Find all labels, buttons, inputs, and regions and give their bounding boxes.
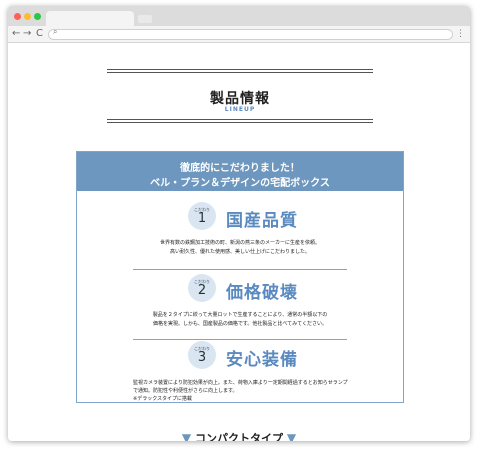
browser-menu-icon[interactable]: ⋮ xyxy=(456,27,465,41)
back-arrow-icon[interactable]: ← xyxy=(12,27,20,41)
features-banner: 徹底的にこだわりました！ ベル・プラン＆デザインの宅配ボックス xyxy=(77,152,403,191)
title-bar xyxy=(8,6,470,26)
triangle-down-icon: ▼ xyxy=(286,431,297,441)
banner-headline: 徹底的にこだわりました！ xyxy=(180,163,300,174)
title-bottom-rule xyxy=(107,119,373,123)
feature-desc-line: ※デラックスタイプに搭載 xyxy=(133,396,193,402)
badge-number: 1 xyxy=(197,211,207,226)
feature-badge: こだわり 1 xyxy=(188,202,216,230)
feature-desc-line: 価格を実現。しかも、国産製品の価格です。他社製品と比べてみてください。 xyxy=(152,321,327,327)
browser-window: ← → C ⌕ ⋮ 製品情報 LINEUP 徹底的にこだわりました！ ベル・プラ… xyxy=(8,6,470,441)
compact-type-heading: ▼ コンパクトタイプ ▼ xyxy=(8,430,470,441)
feature-divider xyxy=(133,269,347,270)
feature-divider xyxy=(133,339,347,340)
page-content: 製品情報 LINEUP 徹底的にこだわりました！ ベル・プラン＆デザインの宅配ボ… xyxy=(8,43,470,441)
feature-badge: こだわり 3 xyxy=(188,341,216,369)
reload-icon[interactable]: C xyxy=(36,27,43,41)
close-window-button[interactable] xyxy=(14,13,21,20)
page-title: 製品情報 xyxy=(210,91,270,107)
feature-desc-line: 製品を２タイプに絞って大量ロットで生産することにより、通常の半額以下の xyxy=(152,312,328,318)
badge-number: 2 xyxy=(197,283,207,298)
banner-subheadline: ベル・プラン＆デザインの宅配ボックス xyxy=(150,178,330,189)
badge-number: 3 xyxy=(197,350,207,365)
minimize-window-button[interactable] xyxy=(24,13,31,20)
page-subtitle: LINEUP xyxy=(224,106,256,113)
feature-desc-line: 高い耐久性、優れた使用感、美しい仕上げにこだわりました。 xyxy=(170,249,310,255)
feature-title: 国産品質 xyxy=(226,211,298,231)
search-icon: ⌕ xyxy=(53,27,58,36)
feature-badge: こだわり 2 xyxy=(188,274,216,302)
compact-type-label: コンパクトタイプ xyxy=(195,432,283,441)
feature-title: 価格破壊 xyxy=(226,283,298,303)
feature-title: 安心装備 xyxy=(226,350,298,370)
features-box: 徹底的にこだわりました！ ベル・プラン＆デザインの宅配ボックス こだわり 1 国… xyxy=(76,151,404,403)
browser-toolbar: ← → C ⌕ ⋮ xyxy=(8,26,470,43)
forward-arrow-icon[interactable]: → xyxy=(23,27,31,41)
title-top-rule xyxy=(107,69,373,73)
triangle-down-icon: ▼ xyxy=(181,431,192,441)
browser-tab[interactable] xyxy=(46,11,134,26)
new-tab-button[interactable] xyxy=(138,15,152,23)
maximize-window-button[interactable] xyxy=(34,13,41,20)
feature-desc-line: 世界有数の鉄鋼加工技術の町、新潟の燕三条のメーカーに生産を依頼。 xyxy=(159,240,320,246)
address-bar[interactable]: ⌕ xyxy=(48,27,453,40)
